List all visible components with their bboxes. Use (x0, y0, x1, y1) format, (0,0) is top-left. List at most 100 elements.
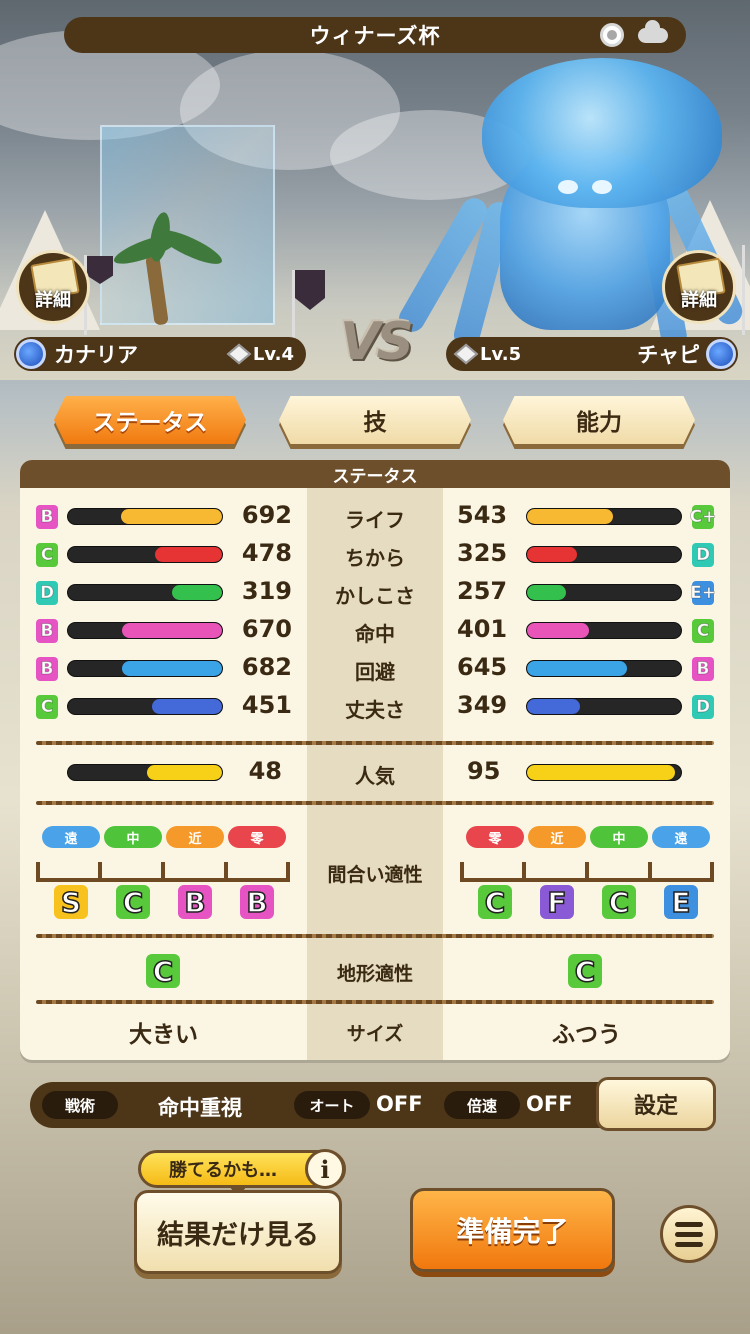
left-stat-grade: C (36, 543, 58, 567)
left-stat-grade: B (36, 505, 58, 529)
rope-divider (36, 801, 714, 805)
right-terrain-grade: C (568, 954, 602, 988)
right-range-chip: 中 (590, 826, 648, 848)
speed-label: 倍速 (444, 1091, 520, 1119)
right-range-grade: F (540, 885, 574, 919)
rope-divider (36, 934, 714, 938)
glass-block (100, 125, 275, 325)
right-range-scale (460, 858, 714, 882)
left-stat-value: 319 (241, 577, 292, 605)
tab-abilities[interactable]: 能力 (503, 396, 695, 444)
stat-label: 命中 (355, 622, 395, 646)
tactics-value[interactable]: 命中重視 (158, 1092, 242, 1122)
tab-status[interactable]: ステータス (54, 396, 246, 444)
left-stat-bar (67, 584, 223, 601)
left-stat-bar (67, 508, 223, 525)
right-stat-grade: C+ (689, 505, 717, 529)
left-stat-value: 451 (241, 691, 292, 719)
stat-row: D 319 かしこさ 257 E+ (20, 574, 730, 612)
stat-label: 回避 (355, 660, 395, 684)
flag-pole (742, 245, 745, 335)
right-range-grade: C (478, 885, 512, 919)
size-label: サイズ (346, 1023, 404, 1045)
left-stat-value: 478 (241, 539, 292, 567)
left-monster-namebar: カナリア Lv.4 (14, 337, 306, 371)
right-detail-button[interactable]: 詳細 (662, 250, 736, 324)
left-stat-grade: C (36, 695, 58, 719)
stat-label: ちから (345, 546, 405, 570)
flag (295, 270, 325, 310)
left-range-grade: C (116, 885, 150, 919)
battle-settings-bar: 戦術 命中重視 オート OFF 倍速 OFF (30, 1082, 690, 1128)
stat-label: 丈夫さ (345, 698, 405, 722)
left-terrain-grade: C (146, 954, 180, 988)
left-range-scale (36, 858, 290, 882)
info-icon[interactable]: i (305, 1149, 345, 1189)
right-popularity-value: 95 (467, 757, 501, 785)
left-range-chip: 近 (166, 826, 224, 848)
right-stat-grade: C (692, 619, 714, 643)
right-stat-value: 325 (457, 539, 508, 567)
left-range-chip: 零 (228, 826, 286, 848)
right-stat-grade: B (692, 657, 714, 681)
left-stat-bar (67, 622, 223, 639)
stat-row: C 478 ちから 325 D (20, 536, 730, 574)
left-stat-grade: B (36, 619, 58, 643)
terrain-suitability-label: 地形適性 (336, 963, 413, 985)
win-hint-bubble: 勝てるかも… i (138, 1149, 346, 1197)
right-monster-name: チャピ (637, 343, 700, 367)
right-stat-bar (526, 698, 682, 715)
right-stat-grade: D (692, 695, 714, 719)
flag-pole (292, 270, 295, 340)
right-stat-bar (526, 622, 682, 639)
left-stat-bar (67, 660, 223, 677)
left-stat-grade: B (36, 657, 58, 681)
auto-label: オート (294, 1091, 370, 1119)
stat-row: B 682 回避 645 B (20, 650, 730, 688)
title-bar: ウィナーズ杯 (64, 17, 686, 53)
rope-divider (36, 741, 714, 745)
right-range-chip: 遠 (652, 826, 710, 848)
panel-title: ステータス (20, 460, 730, 488)
left-size-value: 大きい (129, 1022, 198, 1048)
right-range-chip: 零 (466, 826, 524, 848)
stat-row-popularity: 48 人気 95 (20, 754, 730, 792)
left-stat-bar (67, 698, 223, 715)
ready-button[interactable]: 準備完了 (410, 1188, 615, 1272)
auto-toggle[interactable]: OFF (376, 1092, 423, 1116)
left-range-grade: B (240, 885, 274, 919)
right-popularity-bar (526, 764, 682, 781)
left-popularity-bar (67, 764, 223, 781)
right-range-grade: E (664, 885, 698, 919)
right-size-value: ふつう (552, 1022, 621, 1048)
right-stat-value: 543 (457, 501, 508, 529)
right-stat-bar (526, 546, 682, 563)
record-icon[interactable] (600, 23, 624, 47)
monster-eye (558, 180, 578, 194)
vs-emblem: VS (340, 312, 414, 372)
cube-icon (226, 343, 252, 365)
right-stat-grade: E+ (690, 581, 716, 605)
detail-label: 詳細 (35, 290, 71, 311)
left-range-chip: 中 (104, 826, 162, 848)
stat-row: C 451 丈夫さ 349 D (20, 688, 730, 726)
cloud-icon[interactable] (638, 20, 668, 43)
right-stat-grade: D (692, 543, 714, 567)
right-stat-value: 349 (457, 691, 508, 719)
tab-skills[interactable]: 技 (279, 396, 471, 444)
left-stat-bar (67, 546, 223, 563)
globe-icon (706, 339, 736, 369)
right-range-grade: C (602, 885, 636, 919)
left-detail-button[interactable]: 詳細 (16, 250, 90, 324)
stat-row: B 670 命中 401 C (20, 612, 730, 650)
hamburger-icon[interactable] (660, 1205, 718, 1263)
tactics-label: 戦術 (42, 1091, 118, 1119)
settings-button[interactable]: 設定 (596, 1077, 716, 1131)
view-result-only-button[interactable]: 結果だけ見る (134, 1190, 342, 1274)
speed-toggle[interactable]: OFF (526, 1092, 573, 1116)
right-stat-bar (526, 660, 682, 677)
monster-eye (592, 180, 612, 194)
rope-divider (36, 1000, 714, 1004)
left-popularity-value: 48 (248, 757, 282, 785)
status-panel: ステータス B 692 ライフ 543 C+ C 478 ちから 325 D D 319 かしこさ 257… (20, 460, 730, 1060)
